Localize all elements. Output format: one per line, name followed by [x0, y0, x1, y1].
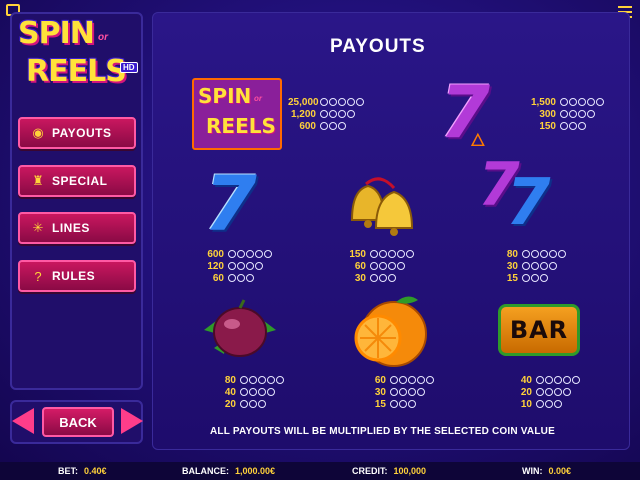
symbol-reels-text: REELS [206, 114, 276, 138]
back-button[interactable]: BACK [42, 407, 114, 437]
payout-value: 10 [520, 398, 532, 410]
symbol-or-text: or [254, 94, 262, 103]
paytable-bar: 40 20 10 [504, 374, 581, 410]
payout-value: 30 [354, 272, 366, 284]
payout-value: 15 [374, 398, 386, 410]
payout-value: 60 [354, 260, 366, 272]
logo-word-spin: SPIN [18, 16, 95, 51]
logo-or: or [98, 32, 108, 43]
nav-special-button[interactable]: ♜ SPECIAL [18, 165, 136, 197]
paytable-purple-seven: 1,500 300 150 [528, 96, 605, 132]
spin-reels-symbol: SPIN or REELS [192, 78, 282, 150]
paytable-spin-reels: 25,000 1,200 600 [288, 96, 365, 132]
orange-symbol [354, 296, 427, 367]
coins-icon: ◉ [32, 125, 44, 140]
nav-rules-button[interactable]: ? RULES [18, 260, 136, 292]
payout-value: 30 [374, 386, 386, 398]
paytable-any-seven: 80 30 15 [490, 248, 567, 284]
credit-display: CREDIT: 100,000 [352, 466, 427, 476]
payout-value: 120 [207, 260, 224, 272]
win-display: WIN: 0.00€ [522, 466, 572, 476]
paytable-plum: 80 40 20 [208, 374, 285, 410]
nav-label: RULES [52, 269, 96, 283]
payout-value: 40 [520, 374, 532, 386]
game-logo: SPIN or REELS HD [16, 14, 138, 98]
paytable-blue-seven: 600 120 60 [196, 248, 273, 284]
plum-symbol [204, 299, 276, 357]
joystick-icon: ♜ [32, 173, 44, 188]
any-seven-blue-symbol: 7 [506, 166, 551, 240]
nav-payouts-button[interactable]: ◉ PAYOUTS [18, 117, 136, 149]
bet-display: BET: 0.40€ [58, 466, 107, 476]
payout-value: 80 [506, 248, 518, 260]
question-icon: ? [34, 268, 42, 284]
paytable-orange: 60 30 15 [358, 374, 435, 410]
coin-value-note: ALL PAYOUTS WILL BE MULTIPLIED BY THE SE… [210, 426, 555, 437]
payout-value: 300 [539, 108, 556, 120]
payout-value: 150 [539, 120, 556, 132]
paytable-bells: 150 60 30 [338, 248, 415, 284]
coin-count-5 [320, 98, 365, 106]
balance-display: BALANCE: 1,000.00€ [182, 466, 276, 476]
nav-label: SPECIAL [52, 174, 108, 188]
next-page-arrow-icon[interactable] [121, 408, 143, 434]
blue-seven-symbol: 7 [204, 159, 257, 248]
payout-value: 600 [207, 248, 224, 260]
bells-symbol [350, 177, 414, 236]
symbol-spin-text: SPIN [198, 84, 252, 108]
nav-lines-button[interactable]: ✳ LINES [18, 212, 136, 244]
bar-text: BAR [509, 316, 569, 344]
payout-value: 20 [224, 398, 236, 410]
prev-page-arrow-icon[interactable] [12, 408, 34, 434]
lines-icon: ✳ [32, 220, 44, 235]
payout-value: 80 [224, 374, 236, 386]
payout-value: 15 [506, 272, 518, 284]
coin-count-3 [320, 122, 347, 130]
payout-value: 1,500 [530, 96, 556, 108]
logo-hd-badge: HD [120, 62, 138, 73]
payout-value: 600 [299, 120, 316, 132]
payout-value: 60 [374, 374, 386, 386]
payout-value: 1,200 [290, 108, 316, 120]
payout-value: 30 [506, 260, 518, 272]
nav-label: LINES [52, 221, 90, 235]
payout-value: 25,000 [288, 96, 319, 108]
status-bar: BET: 0.40€ BALANCE: 1,000.00€ CREDIT: 100,0… [0, 462, 640, 480]
bar-symbol: BAR [498, 304, 580, 356]
payout-value: 60 [212, 272, 224, 284]
page-title: PAYOUTS [330, 36, 426, 57]
nav-label: PAYOUTS [52, 126, 112, 140]
payout-value: 20 [520, 386, 532, 398]
coin-count-4 [320, 110, 356, 118]
payout-value: 40 [224, 386, 236, 398]
payout-value: 150 [349, 248, 366, 260]
logo-word-reels: REELS [26, 54, 127, 89]
